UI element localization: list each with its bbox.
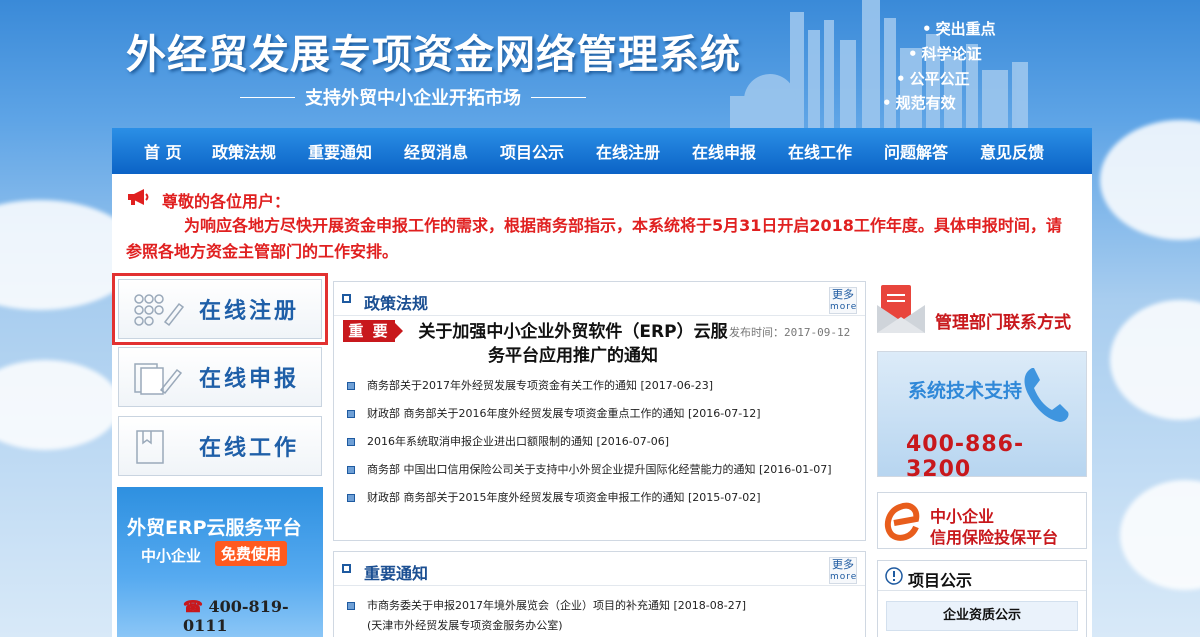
featured-news-date: 发布时间：2017-09-12 — [729, 326, 851, 339]
notices-panel: 重要通知 更多 more 市商务委关于申报2017年境外展览会（企业）项目的补充… — [333, 551, 866, 637]
quick-link-label: 在线工作 — [199, 436, 300, 461]
enterprise-qualification-link[interactable]: 企业资质公示 — [886, 601, 1078, 631]
phone-handset-icon — [1024, 368, 1069, 422]
notices-panel-header: 重要通知 更多 more — [334, 552, 865, 586]
tech-support-box[interactable]: 系统技术支持 400-886-3200 — [877, 351, 1087, 482]
list-item[interactable]: 2016年系统取消申报企业进出口额限制的通知 [2016-07-06] — [343, 432, 853, 452]
project-publicity-header: 项目公示 — [878, 561, 1086, 591]
support-title: 系统技术支持 — [908, 380, 1023, 402]
policy-panel-header: 政策法规 更多 more — [334, 282, 865, 316]
subtitle-rule — [240, 96, 295, 98]
notices-news-list: 市商务委关于申报2017年境外展览会（企业）项目的补充通知 [2018-08-2… — [343, 596, 853, 636]
nav-online-register[interactable]: 在线注册 — [580, 139, 676, 163]
notices-more-button[interactable]: 更多 more — [829, 557, 857, 584]
more-label-en: more — [830, 572, 858, 582]
slogan-item: 科学论证 — [908, 43, 982, 64]
announcement-body: 为响应各地方尽快开展资金申报工作的需求，根据商务部指示，本系统将于5月31日开启… — [126, 216, 1062, 261]
erp-banner-title: 外贸ERP云服务平台 — [127, 517, 302, 539]
notices-panel-title: 重要通知 — [364, 564, 429, 583]
featured-news-title[interactable]: 关于加强中小企业外贸软件（ERP）云服务平台应用推广的通知 — [413, 320, 733, 368]
cloud-decoration — [1100, 120, 1200, 240]
erp-free-badge: 免费使用 — [215, 541, 288, 566]
nav-faq[interactable]: 问题解答 — [868, 139, 964, 163]
nav-online-work[interactable]: 在线工作 — [772, 139, 868, 163]
policy-panel-title: 政策法规 — [364, 294, 429, 313]
cloud-decoration — [1120, 480, 1200, 590]
nav-feedback[interactable]: 意见反馈 — [964, 139, 1060, 163]
list-item[interactable]: 财政部 商务部关于2016年度外经贸发展专项资金重点工作的通知 [2016-07… — [343, 404, 853, 424]
policy-news-list: 商务部关于2017年外经贸发展专项资金有关工作的通知 [2017-06-23] … — [343, 376, 853, 516]
panel-bullet-icon — [342, 294, 351, 303]
contact-label: 管理部门联系方式 — [935, 313, 1071, 333]
support-phone: 400-886-3200 — [906, 432, 1025, 482]
contact-info-link[interactable]: 管理部门联系方式 — [877, 285, 1087, 337]
quick-link-label: 在线申报 — [199, 367, 300, 392]
policy-more-button[interactable]: 更多 more — [829, 287, 857, 314]
nav-notices[interactable]: 重要通知 — [292, 139, 388, 163]
quick-link-label: 在线注册 — [199, 299, 300, 324]
credit-insurance-link[interactable]: 中小企业 信用保险投保平台 — [877, 492, 1087, 549]
featured-news: 重 要 关于加强中小企业外贸软件（ERP）云服务平台应用推广的通知 发布时间：2… — [343, 320, 858, 368]
more-label-en: more — [830, 302, 858, 312]
erp-cloud-banner[interactable]: 外贸ERP云服务平台 中小企业 免费使用 ☎ 400-819-0111 — [117, 487, 323, 637]
panel-bullet-icon — [342, 564, 351, 573]
subtitle-rule — [531, 96, 586, 98]
quick-link-register[interactable]: 在线注册 — [112, 273, 328, 345]
envelope-icon — [877, 285, 925, 333]
important-badge: 重 要 — [343, 320, 403, 342]
erp-banner-phone: ☎ 400-819-0111 — [183, 597, 289, 635]
site-subtitle: 支持外贸中小企业开拓市场 — [240, 84, 586, 110]
list-item[interactable]: 市商务委关于申报2017年境外展览会（企业）项目的补充通知 [2018-08-2… — [343, 596, 853, 636]
list-item[interactable]: 财政部 商务部关于2015年度外经贸发展专项资金申报工作的通知 [2015-07… — [343, 488, 853, 508]
project-publicity-box: 项目公示 企业资质公示 — [877, 560, 1087, 637]
cloud-decoration — [1110, 300, 1200, 420]
quick-link-work[interactable]: 在线工作 — [118, 416, 322, 476]
nav-project-publicity[interactable]: 项目公示 — [484, 139, 580, 163]
slogan-item: 突出重点 — [922, 18, 996, 39]
nav-home[interactable]: 首 页 — [130, 139, 196, 163]
more-label: 更多 — [832, 558, 854, 571]
e-logo-icon — [884, 502, 920, 541]
cloud-decoration — [0, 360, 120, 450]
register-icon — [134, 294, 185, 327]
slogan-item: 规范有效 — [882, 92, 956, 113]
main-nav: 首 页 政策法规 重要通知 经贸消息 项目公示 在线注册 在线申报 在线工作 问… — [112, 128, 1092, 174]
main-content: 尊敬的各位用户： 为响应各地方尽快开展资金申报工作的需求，根据商务部指示，本系统… — [112, 174, 1092, 637]
list-item[interactable]: 商务部 中国出口信用保险公司关于支持中小外贸企业提升国际化经营能力的通知 [20… — [343, 460, 853, 480]
project-publicity-title: 项目公示 — [908, 571, 973, 590]
site-header: 外经贸发展专项资金网络管理系统 支持外贸中小企业开拓市场 突出重点 科学论证 公… — [0, 0, 1200, 128]
policy-panel: 政策法规 更多 more 重 要 关于加强中小企业外贸软件（ERP）云服务平台应… — [333, 281, 866, 541]
notice-title: 市商务委关于申报2017年境外展览会（企业）项目的补充通知 [2018-08-2… — [367, 599, 746, 612]
credit-line2: 信用保险投保平台 — [930, 528, 1059, 547]
site-title: 外经贸发展专项资金网络管理系统 — [126, 32, 741, 78]
declare-icon — [134, 363, 183, 395]
nav-trade-news[interactable]: 经贸消息 — [388, 139, 484, 163]
info-icon — [885, 567, 903, 585]
nav-online-declare[interactable]: 在线申报 — [676, 139, 772, 163]
more-label: 更多 — [832, 288, 854, 301]
announcement-greeting: 尊敬的各位用户： — [162, 192, 291, 211]
nav-policy[interactable]: 政策法规 — [196, 139, 292, 163]
notice-source: (天津市外经贸发展专项资金服务办公室) — [367, 619, 563, 632]
list-item[interactable]: 商务部关于2017年外经贸发展专项资金有关工作的通知 [2017-06-23] — [343, 376, 853, 396]
slogan-item: 公平公正 — [896, 68, 970, 89]
subtitle-text: 支持外贸中小企业开拓市场 — [305, 88, 521, 109]
erp-banner-subtitle: 中小企业 — [141, 547, 202, 565]
megaphone-icon — [128, 189, 149, 205]
work-icon — [136, 430, 164, 464]
quick-link-declare[interactable]: 在线申报 — [118, 347, 322, 407]
